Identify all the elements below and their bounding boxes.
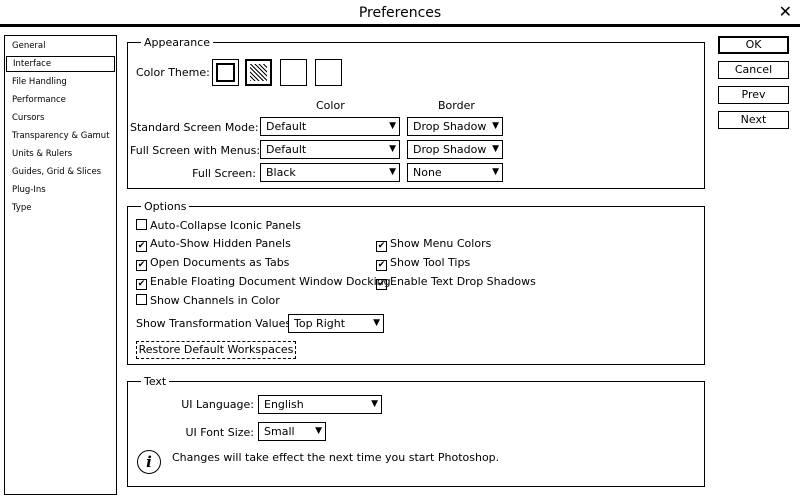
chevron-down-icon: ▼ <box>371 399 378 409</box>
prev-button[interactable]: Prev <box>718 86 789 104</box>
open-documents-as-tabs-checkbox[interactable]: ✔ Open Documents as Tabs <box>136 256 290 271</box>
show-transformation-values-select[interactable]: Top Right ▼ <box>288 314 384 333</box>
chevron-down-icon: ▼ <box>315 426 322 436</box>
show-menu-colors-checkbox[interactable]: ✔ Show Menu Colors <box>376 237 492 252</box>
checkmark-icon: ✔ <box>376 279 387 290</box>
show-channels-in-color-checkbox[interactable]: Show Channels in Color <box>136 294 280 308</box>
sidebar-item-units-rulers[interactable]: Units & Rulers <box>6 146 115 162</box>
checkmark-icon: ✔ <box>376 260 387 271</box>
chevron-down-icon: ▼ <box>389 167 396 177</box>
chevron-down-icon: ▼ <box>492 167 499 177</box>
sidebar-item-performance[interactable]: Performance <box>6 92 115 108</box>
enable-floating-document-docking-checkbox[interactable]: ✔ Enable Floating Document Window Docking <box>136 275 391 290</box>
window-title: Preferences <box>358 5 442 21</box>
next-button[interactable]: Next <box>718 111 789 129</box>
checkbox-label: Auto-Collapse Iconic Panels <box>150 219 301 232</box>
checkmark-icon: ✔ <box>136 279 147 290</box>
standard-screen-border-value: Drop Shadow <box>413 120 487 133</box>
color-theme-swatch-white[interactable] <box>315 59 342 86</box>
full-screen-border-select[interactable]: None ▼ <box>407 163 503 182</box>
close-icon[interactable]: ✕ <box>779 2 792 21</box>
text-title: Text <box>141 375 170 388</box>
checkbox-label: Enable Text Drop Shadows <box>390 275 536 288</box>
full-screen-color-select[interactable]: Black ▼ <box>260 163 400 182</box>
full-screen-menus-color-value: Default <box>266 143 307 156</box>
appearance-title: Appearance <box>141 36 214 49</box>
enable-text-drop-shadows-checkbox[interactable]: ✔ Enable Text Drop Shadows <box>376 275 536 290</box>
chevron-down-icon: ▼ <box>389 144 396 154</box>
show-transformation-values-label: Show Transformation Values: <box>136 317 295 330</box>
checkbox-label: Show Channels in Color <box>150 294 280 307</box>
sidebar-item-interface[interactable]: Interface <box>6 56 115 72</box>
auto-show-hidden-panels-checkbox[interactable]: ✔ Auto-Show Hidden Panels <box>136 237 291 252</box>
checkmark-icon: ✔ <box>136 260 147 271</box>
full-screen-color-value: Black <box>266 166 296 179</box>
column-header-border: Border <box>438 99 475 112</box>
sidebar-item-type[interactable]: Type <box>6 200 115 216</box>
color-theme-swatch-dark-gray[interactable] <box>245 59 272 86</box>
title-bar: Preferences ✕ <box>0 0 800 27</box>
standard-screen-color-value: Default <box>266 120 307 133</box>
checkbox-label: Open Documents as Tabs <box>150 256 290 269</box>
checkmark-icon: ✔ <box>376 241 387 252</box>
checkbox-label: Enable Floating Document Window Docking <box>150 275 391 288</box>
color-theme-swatch-light-gray[interactable] <box>280 59 307 86</box>
full-screen-menus-color-select[interactable]: Default ▼ <box>260 140 400 159</box>
show-transformation-values-value: Top Right <box>294 317 346 330</box>
ui-language-select[interactable]: English ▼ <box>258 395 382 414</box>
column-header-color: Color <box>316 99 345 112</box>
ui-language-label: UI Language: <box>181 398 254 411</box>
color-theme-label: Color Theme: <box>136 66 210 79</box>
sidebar-item-guides-grid-slices[interactable]: Guides, Grid & Slices <box>6 164 115 180</box>
auto-collapse-iconic-panels-checkbox[interactable]: Auto-Collapse Iconic Panels <box>136 219 301 233</box>
checkbox-label: Auto-Show Hidden Panels <box>150 237 291 250</box>
standard-screen-color-select[interactable]: Default ▼ <box>260 117 400 136</box>
ui-language-value: English <box>264 398 304 411</box>
chevron-down-icon: ▼ <box>492 121 499 131</box>
chevron-down-icon: ▼ <box>492 144 499 154</box>
info-message: Changes will take effect the next time y… <box>172 451 500 464</box>
sidebar-item-file-handling[interactable]: File Handling <box>6 74 115 90</box>
restore-default-workspaces-button[interactable]: Restore Default Workspaces <box>136 341 296 359</box>
checkmark-icon: ✔ <box>136 241 147 252</box>
full-screen-menus-label: Full Screen with Menus: <box>130 144 261 157</box>
color-theme-swatch-black[interactable] <box>212 59 239 86</box>
chevron-down-icon: ▼ <box>389 121 396 131</box>
full-screen-menus-border-value: Drop Shadow <box>413 143 487 156</box>
options-title: Options <box>141 200 190 213</box>
checkbox-box <box>136 294 147 305</box>
checkbox-label: Show Menu Colors <box>390 237 492 250</box>
chevron-down-icon: ▼ <box>373 318 380 328</box>
sidebar-item-general[interactable]: General <box>6 38 115 54</box>
ui-font-size-value: Small <box>264 425 295 438</box>
ui-font-size-select[interactable]: Small ▼ <box>258 422 326 441</box>
cancel-button[interactable]: Cancel <box>718 61 789 79</box>
sidebar-item-cursors[interactable]: Cursors <box>6 110 115 126</box>
info-icon: i <box>137 450 161 474</box>
title-bar-divider <box>0 24 800 27</box>
sidebar-item-plug-ins[interactable]: Plug-Ins <box>6 182 115 198</box>
full-screen-border-value: None <box>413 166 442 179</box>
standard-screen-mode-label: Standard Screen Mode: <box>130 121 259 134</box>
full-screen-menus-border-select[interactable]: Drop Shadow ▼ <box>407 140 503 159</box>
ok-button[interactable]: OK <box>718 36 789 54</box>
checkbox-label: Show Tool Tips <box>390 256 471 269</box>
ui-font-size-label: UI Font Size: <box>185 426 254 439</box>
sidebar-item-transparency-gamut[interactable]: Transparency & Gamut <box>6 128 115 144</box>
preferences-sidebar: General Interface File Handling Performa… <box>4 35 117 495</box>
checkbox-box <box>136 219 147 230</box>
standard-screen-border-select[interactable]: Drop Shadow ▼ <box>407 117 503 136</box>
full-screen-label: Full Screen: <box>192 167 256 180</box>
show-tool-tips-checkbox[interactable]: ✔ Show Tool Tips <box>376 256 471 271</box>
